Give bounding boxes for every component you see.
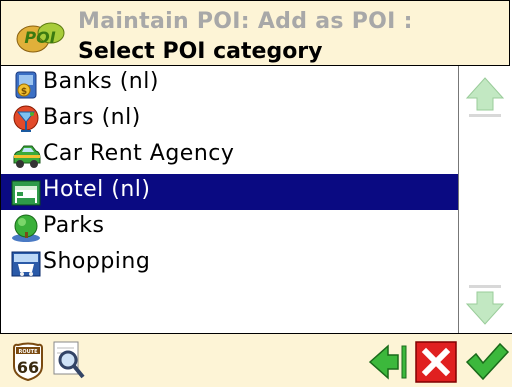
bottom-toolbar: ROUTE 66 [0,333,512,387]
park-icon [12,214,40,242]
list-item-car-rent-agency[interactable]: Car Rent Agency [1,138,458,174]
list-item-label: Bars (nl) [43,105,141,130]
cancel-icon[interactable] [414,340,458,384]
list-item-hotel[interactable]: Hotel (nl) [1,174,458,210]
hotel-icon [11,180,41,206]
list-item-banks[interactable]: $ Banks (nl) [1,66,458,102]
list-item-bars[interactable]: Bars (nl) [1,102,458,138]
scroll-down-icon[interactable] [463,282,507,328]
list-item-label: Hotel (nl) [43,177,151,202]
scroll-up-icon[interactable] [463,74,507,120]
svg-text:$: $ [21,87,27,97]
confirm-icon[interactable] [464,342,510,382]
title-line-2: Select POI category [78,39,323,64]
bank-icon: $ [15,71,37,99]
svg-text:POI: POI [24,28,55,47]
category-list: $ Banks (nl) Bars (nl) Car Rent Agency H… [0,66,458,333]
list-item-label: Car Rent Agency [43,141,235,166]
route-badge-text: ROUTE [19,349,39,355]
scrollbar[interactable] [458,66,510,333]
shopping-icon [11,251,41,277]
bar-icon [13,105,39,132]
list-item-label: Shopping [43,249,151,274]
poi-logo-icon: POI [16,22,65,53]
magnifier-icon[interactable] [52,340,86,382]
list-item-label: Parks [43,213,105,238]
list-item-shopping[interactable]: Shopping [1,246,458,282]
back-icon[interactable] [368,342,410,382]
list-item-parks[interactable]: Parks [1,210,458,246]
route-66-icon[interactable]: ROUTE 66 [10,342,46,382]
route-badge-number: 66 [17,358,39,377]
list-item-label: Banks (nl) [43,69,159,94]
car-rent-icon [13,145,41,168]
title-bar: POI Maintain POI: Add as POI : Select PO… [0,0,510,66]
title-line-1: Maintain POI: Add as POI : [78,9,413,34]
